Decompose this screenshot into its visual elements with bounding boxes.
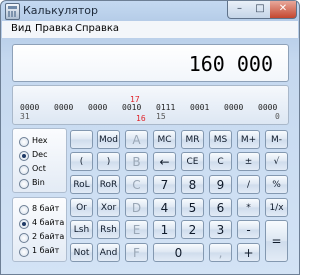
memory-subtract-button[interactable]: M- xyxy=(265,130,288,149)
multiply-button[interactable]: * xyxy=(237,198,260,217)
or-button[interactable]: Or xyxy=(70,198,93,217)
digit-6-button[interactable]: 6 xyxy=(209,198,232,217)
left-shift-button[interactable]: Lsh xyxy=(70,220,93,239)
bit-nibble[interactable]: 0111 xyxy=(156,103,175,112)
radio-button[interactable] xyxy=(19,151,29,161)
right-shift-button[interactable]: Rsh xyxy=(97,220,120,239)
clear-button[interactable]: C xyxy=(209,152,232,171)
digit-4-button[interactable]: 4 xyxy=(153,198,176,217)
memory-clear-button[interactable]: MC xyxy=(153,130,176,149)
divide-button[interactable]: / xyxy=(237,175,260,194)
open-paren-button[interactable]: ( xyxy=(70,152,93,171)
menu-view[interactable]: Вид xyxy=(11,23,31,34)
subtract-button[interactable]: - xyxy=(237,220,260,239)
rotate-left-button[interactable]: RoL xyxy=(70,175,93,194)
close-paren-button[interactable]: ) xyxy=(97,152,120,171)
display-value: 160 000 xyxy=(188,52,273,76)
bit-position-31: 31 xyxy=(20,112,30,121)
decimal-button[interactable]: , xyxy=(209,243,232,262)
hex-e-button[interactable]: E xyxy=(125,220,148,239)
percent-button[interactable]: % xyxy=(265,175,288,194)
digit-7-button[interactable]: 7 xyxy=(153,175,176,194)
digit-8-button[interactable]: 8 xyxy=(181,175,204,194)
title-bar[interactable]: Калькулятор – □ ✕ xyxy=(1,1,299,21)
bit-nibble[interactable]: 0000 xyxy=(54,103,73,112)
bit-nibble[interactable]: 0010 xyxy=(122,103,141,112)
digit-3-button[interactable]: 3 xyxy=(209,220,232,239)
radio-button[interactable] xyxy=(19,247,29,257)
window-title: Калькулятор xyxy=(23,4,98,17)
bit-display: 17 16 0000 0000 0000 0010 0111 0001 0000… xyxy=(12,85,289,125)
backspace-button[interactable]: ← xyxy=(153,152,176,171)
bit-nibble[interactable]: 0000 xyxy=(258,103,277,112)
digit-0-button[interactable]: 0 xyxy=(153,243,204,262)
xor-button[interactable]: Xor xyxy=(97,198,120,217)
hex-b-button[interactable]: B xyxy=(125,152,148,171)
bit-nibble[interactable]: 0001 xyxy=(190,103,209,112)
hex-d-button[interactable]: D xyxy=(125,198,148,217)
radio-button[interactable] xyxy=(19,137,29,147)
close-button[interactable]: ✕ xyxy=(270,1,297,19)
calculator-window: Калькулятор – □ ✕ Вид Правка Справка 160… xyxy=(0,0,300,275)
and-button[interactable]: And xyxy=(97,243,120,262)
sqrt-button[interactable]: √ xyxy=(265,152,288,171)
hex-f-button[interactable]: F xyxy=(125,243,148,262)
menu-bar: Вид Правка Справка xyxy=(2,21,298,38)
number-base-group: Hex Dec Oct Bin xyxy=(12,128,67,193)
display: 160 000 xyxy=(12,44,289,82)
minimize-button[interactable]: – xyxy=(227,1,252,19)
hex-a-button[interactable]: A xyxy=(125,130,148,149)
menu-edit[interactable]: Правка xyxy=(35,23,73,34)
radio-button[interactable] xyxy=(19,205,29,215)
negate-button[interactable]: ± xyxy=(237,152,260,171)
memory-add-button[interactable]: M+ xyxy=(237,130,260,149)
mod-button[interactable]: Mod xyxy=(97,130,120,149)
radio-button[interactable] xyxy=(19,219,29,229)
bit-nibble[interactable]: 0000 xyxy=(88,103,107,112)
bit-marker-16: 16 xyxy=(136,114,146,123)
radio-button[interactable] xyxy=(19,165,29,175)
rotate-right-button[interactable]: RoR xyxy=(97,175,120,194)
word-size-group: 8 байт 4 байта 2 байта 1 байт xyxy=(12,197,67,262)
digit-2-button[interactable]: 2 xyxy=(181,220,204,239)
blank-button[interactable] xyxy=(70,130,93,149)
menu-help[interactable]: Справка xyxy=(75,23,119,34)
memory-recall-button[interactable]: MR xyxy=(181,130,204,149)
radio-button[interactable] xyxy=(19,179,29,189)
clear-entry-button[interactable]: CE xyxy=(181,152,204,171)
bit-nibble[interactable]: 0000 xyxy=(20,103,39,112)
hex-c-button[interactable]: C xyxy=(125,175,148,194)
digit-1-button[interactable]: 1 xyxy=(153,220,176,239)
bit-position-0: 0 xyxy=(275,112,280,121)
calculator-icon xyxy=(5,3,20,20)
not-button[interactable]: Not xyxy=(70,243,93,262)
reciprocal-button[interactable]: 1/x xyxy=(265,198,288,217)
bit-nibble[interactable]: 0000 xyxy=(224,103,243,112)
radio-button[interactable] xyxy=(19,233,29,243)
digit-5-button[interactable]: 5 xyxy=(181,198,204,217)
digit-9-button[interactable]: 9 xyxy=(209,175,232,194)
equals-button[interactable]: = xyxy=(265,220,288,262)
bit-position-15: 15 xyxy=(156,112,166,121)
add-button[interactable]: + xyxy=(237,243,260,262)
memory-store-button[interactable]: MS xyxy=(209,130,232,149)
maximize-button[interactable]: □ xyxy=(250,1,271,19)
